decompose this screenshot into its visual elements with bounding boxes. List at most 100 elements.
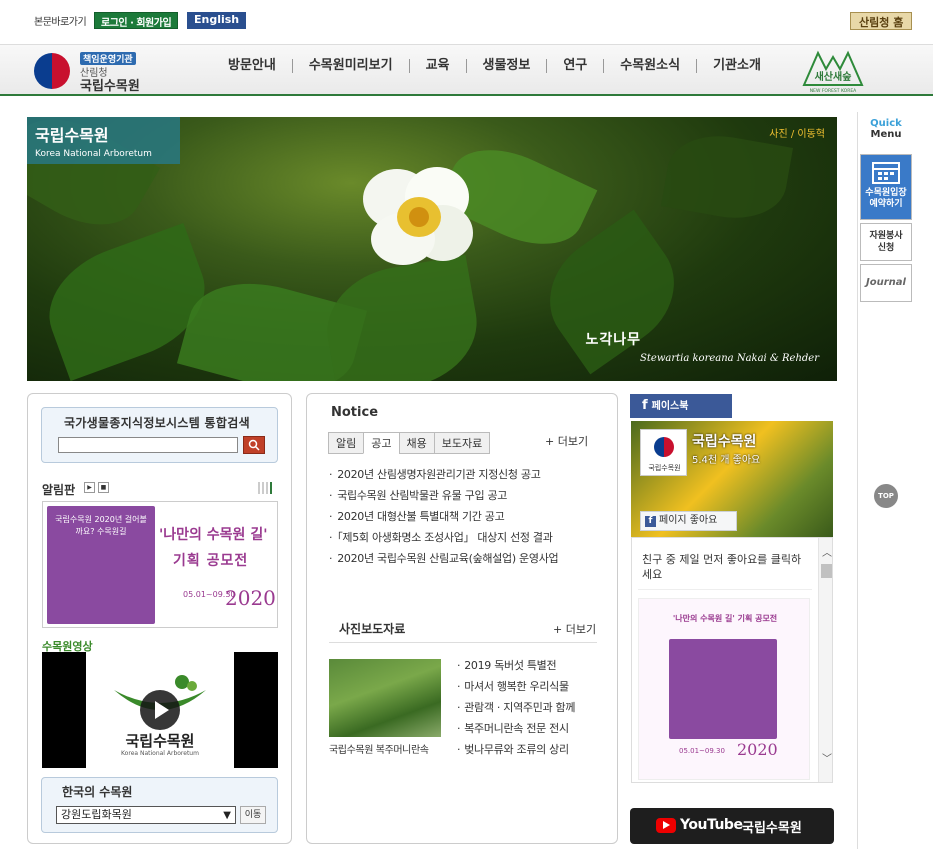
- go-button[interactable]: 이동: [240, 806, 266, 824]
- facebook-feed: 친구 중 제일 먼저 좋아요를 클릭하세요 '나만의 수목원 길' 기획 공모전…: [631, 537, 833, 783]
- nav-about[interactable]: 기관소개: [697, 59, 777, 73]
- list-item[interactable]: 2019 독버섯 특별전: [457, 655, 607, 676]
- facebook-panel: f 페이스북 국립수목원 국립수목원 5.4천 개 좋아요 f 페이지 좋아요 친구…: [630, 394, 834, 784]
- hero-title-en: Korea National Arboretum: [35, 149, 152, 159]
- feed-scrollbar[interactable]: ︿ ﹀: [818, 538, 832, 782]
- chevron-down-icon[interactable]: ﹀: [820, 750, 832, 765]
- nav-visit[interactable]: 방문안내: [228, 59, 293, 73]
- search-title: 국가생물종지식정보시스템 통합검색: [64, 416, 250, 430]
- search-input[interactable]: [58, 437, 238, 453]
- volunteer-button[interactable]: 자원봉사 신청: [860, 223, 912, 261]
- youtube-wordmark: YouTube: [680, 817, 743, 833]
- list-item[interactable]: 2020년 산림생명자원관리기관 지정신청 공고: [329, 464, 599, 485]
- facebook-icon: f: [642, 398, 648, 413]
- youtube-banner[interactable]: YouTube 국립수목원: [630, 808, 834, 844]
- promo-subtitle: 기획 공모전: [173, 553, 249, 569]
- nav-research[interactable]: 연구: [547, 59, 605, 73]
- photo-news-title: 사진보도자료: [339, 622, 406, 636]
- list-item[interactable]: 「제5회 아생화명소 조성사업」 대상지 선정 결과: [329, 527, 599, 548]
- nav-news[interactable]: 수목원소식: [604, 59, 698, 73]
- arboretum-selected-value: 강원도립화목원: [61, 808, 132, 821]
- forest-service-home-button[interactable]: 산림청 홈: [850, 12, 913, 30]
- promo-year: 2020: [225, 586, 276, 610]
- list-item[interactable]: 2020년 대형산불 특별대책 기간 공고: [329, 506, 599, 527]
- facebook-tab[interactable]: f 페이스북: [630, 394, 732, 418]
- login-signup-button[interactable]: 로그인 · 회원가입: [94, 12, 179, 29]
- tab-press[interactable]: 보도자료: [433, 432, 491, 454]
- photo-thumbnail[interactable]: [329, 659, 441, 737]
- notice-tabs: 알림 공고 채용 보도자료: [328, 432, 491, 454]
- video-title-en: Korea National Arboretum: [121, 750, 199, 757]
- quick-menu: Quick Menu 수목원입장 예약하기 자원봉사 신청 Journal TOP: [857, 112, 913, 849]
- new-forest-korea-logo[interactable]: 새산새숲 NEW FOREST KOREA: [800, 47, 866, 95]
- play-icon[interactable]: ▶: [84, 482, 95, 493]
- slogan-en-text: NEW FOREST KOREA: [810, 88, 857, 94]
- quick-menu-title: Quick Menu: [870, 118, 902, 140]
- nav-preview[interactable]: 수목원미리보기: [293, 59, 410, 73]
- main-nav: 방문안내 수목원미리보기 교육 생물정보 연구 수목원소식 기관소개: [228, 59, 777, 73]
- facebook-cover[interactable]: 국립수목원 국립수목원 5.4천 개 좋아요 f 페이지 좋아요: [631, 421, 833, 537]
- facebook-post[interactable]: '나만의 수목원 길' 기획 공모전 05.01~09.30 2020: [638, 598, 810, 780]
- tab-announcement[interactable]: 공고: [363, 432, 400, 454]
- facebook-icon: f: [645, 516, 656, 527]
- list-item[interactable]: 복주머니란속 전문 전시: [457, 718, 607, 739]
- divider: [329, 642, 597, 643]
- notice-more-link[interactable]: + 더보기: [545, 433, 588, 449]
- list-item[interactable]: 국립수목원 산림박물관 유물 구입 공고: [329, 485, 599, 506]
- site-header: 책임운영기관 산림청 국립수목원 방문안내 수목원미리보기 교육 생물정보 연구…: [0, 44, 933, 96]
- left-panel: 국가생물종지식정보시스템 통합검색 알림판 ▶ ■ 국립수목원 2020년 걸어…: [27, 393, 292, 844]
- reservation-label: 수목원입장 예약하기: [865, 188, 907, 209]
- search-button[interactable]: [243, 436, 265, 454]
- list-item[interactable]: 마셔서 행복한 우리식물: [457, 676, 607, 697]
- arboretum-select[interactable]: 강원도립화목원 ▼: [56, 806, 236, 824]
- post-title: '나만의 수목원 길' 기획 공모전: [672, 614, 778, 623]
- facebook-like-button[interactable]: f 페이지 좋아요: [640, 511, 737, 531]
- like-button-label: 페이지 좋아요: [659, 515, 718, 526]
- back-to-top-button[interactable]: TOP: [874, 484, 898, 508]
- site-logo[interactable]: 국립수목원: [80, 75, 140, 94]
- chevron-up-icon[interactable]: ︿: [820, 544, 832, 559]
- photo-caption[interactable]: 국립수목원 복주머니란속: [329, 741, 429, 756]
- stop-icon[interactable]: ■: [98, 482, 109, 493]
- photo-more-link[interactable]: + 더보기: [553, 621, 596, 637]
- skip-to-content-link[interactable]: 본문바로가기: [34, 13, 87, 28]
- facebook-avatar[interactable]: 국립수목원: [640, 429, 687, 476]
- korea-emblem-icon[interactable]: [34, 53, 70, 89]
- promo-banner[interactable]: 국립수목원 2020년 걸어볼까요? 수목원길 '나만의 수목원 길' 기획 공…: [42, 501, 278, 628]
- photo-news-list: 2019 독버섯 특별전 마셔서 행복한 우리식물 관람객 · 지역주민과 함께…: [457, 655, 607, 760]
- video-player[interactable]: 국립수목원 Korea National Arboretum: [42, 652, 278, 768]
- video-frame: 국립수목원 Korea National Arboretum: [86, 652, 234, 768]
- utility-bar: 본문바로가기 로그인 · 회원가입 English 산림청 홈: [0, 0, 933, 44]
- post-illustration: [669, 639, 777, 739]
- video-title: 국립수목원: [125, 732, 195, 750]
- calendar-icon: [872, 162, 900, 184]
- reservation-button[interactable]: 수목원입장 예약하기: [860, 154, 912, 220]
- banner-pager[interactable]: [258, 482, 274, 494]
- facebook-page-name[interactable]: 국립수목원: [692, 431, 756, 451]
- promo-title: '나만의 수목원 길': [159, 527, 268, 543]
- list-item[interactable]: 벚나무류와 조류의 상리: [457, 739, 607, 760]
- english-button[interactable]: English: [187, 12, 247, 29]
- avatar-caption: 국립수목원: [648, 464, 681, 472]
- facebook-like-count: 5.4천 개 좋아요: [692, 455, 761, 466]
- list-item[interactable]: 관람객 · 지역주민과 함께: [457, 697, 607, 718]
- tab-alert[interactable]: 알림: [328, 432, 365, 454]
- camellia-flower-image: [363, 167, 473, 265]
- post-date: 05.01~09.30: [679, 747, 725, 755]
- promo-small-text: 국립수목원 2020년 걸어볼까요? 수목원길: [55, 515, 147, 536]
- list-item[interactable]: 2020년 국립수목원 산림교육(숲해설업) 운영사업: [329, 548, 599, 569]
- nav-education[interactable]: 교육: [410, 59, 467, 73]
- hero-title-box: 국립수목원 Korea National Arboretum: [27, 117, 180, 164]
- center-panel: Notice 알림 공고 채용 보도자료 + 더보기 2020년 산림생명자원관…: [306, 393, 618, 844]
- notice-board-title: 알림판: [42, 483, 76, 497]
- play-button-icon[interactable]: [140, 690, 180, 730]
- slogan-text: 새산새숲: [815, 70, 852, 83]
- search-icon: [248, 439, 260, 451]
- scroll-thumb[interactable]: [821, 564, 832, 578]
- promo-illustration: 국립수목원 2020년 걸어볼까요? 수목원길: [47, 506, 155, 624]
- tab-recruit[interactable]: 채용: [398, 432, 435, 454]
- youtube-play-icon: [656, 818, 676, 833]
- species-name: 노각나무: [585, 332, 641, 348]
- journal-button[interactable]: Journal: [860, 264, 912, 302]
- nav-bio-info[interactable]: 생물정보: [467, 59, 548, 73]
